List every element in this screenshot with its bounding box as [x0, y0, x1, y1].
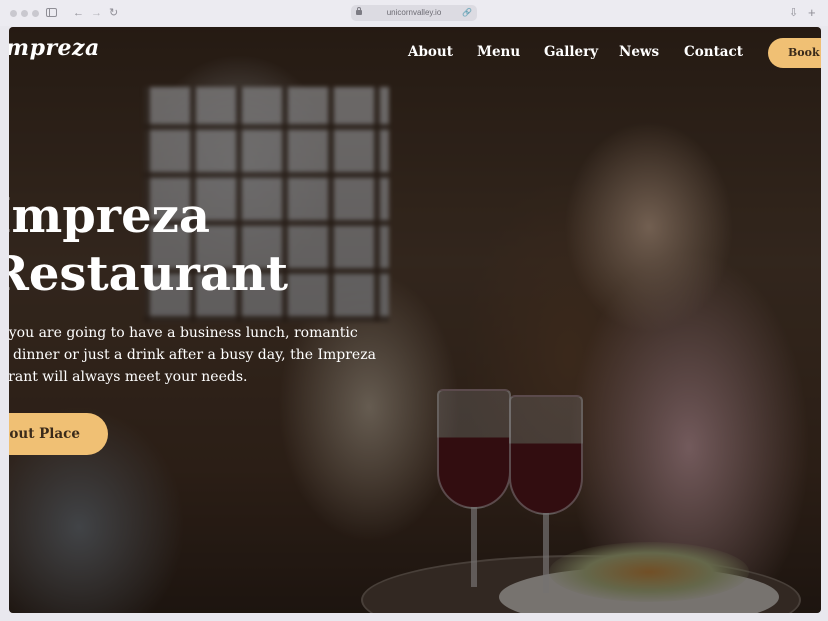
forward-icon[interactable]: → — [91, 6, 102, 20]
hero-description-line: Whether you are going to have a business… — [9, 325, 358, 341]
about-place-button[interactable]: About Place — [9, 413, 108, 455]
nav-about[interactable]: About — [408, 43, 453, 61]
page-viewport: Impreza About Menu Gallery News Contact … — [9, 27, 821, 613]
back-icon[interactable]: ← — [73, 6, 84, 20]
nav-menu[interactable]: Menu — [477, 43, 520, 61]
hero-title-line: Restaurant — [9, 246, 289, 302]
nav-news[interactable]: News — [619, 43, 659, 61]
close-window-button[interactable] — [10, 10, 17, 17]
sidebar-icon[interactable] — [46, 8, 57, 17]
address-bar[interactable]: unicornvalley.io 🔗 — [351, 5, 477, 21]
hero-dark-overlay — [9, 27, 821, 613]
new-tab-icon[interactable]: + — [808, 6, 816, 20]
reload-icon[interactable]: ↻ — [109, 6, 118, 20]
maximize-window-button[interactable] — [32, 10, 39, 17]
link-icon[interactable]: 🔗 — [462, 7, 472, 19]
hero-description-line: restaurant will always meet your needs. — [9, 369, 248, 385]
download-icon[interactable]: ⇩ — [789, 6, 798, 20]
book-table-button[interactable]: Book T — [768, 38, 821, 68]
hero-description: Whether you are going to have a business… — [9, 322, 376, 388]
nav-gallery[interactable]: Gallery — [544, 43, 598, 61]
minimize-window-button[interactable] — [21, 10, 28, 17]
nav-contact[interactable]: Contact — [684, 43, 743, 61]
hero-title: Impreza Restaurant — [9, 187, 288, 303]
hero-title-line: Impreza — [9, 188, 210, 244]
site-logo[interactable]: Impreza — [9, 35, 100, 61]
hero-description-line: candlelight dinner or just a drink after… — [9, 347, 376, 363]
url-text: unicornvalley.io — [386, 8, 442, 17]
browser-toolbar: ← → ↻ unicornvalley.io 🔗 ⇩ + — [0, 0, 828, 26]
